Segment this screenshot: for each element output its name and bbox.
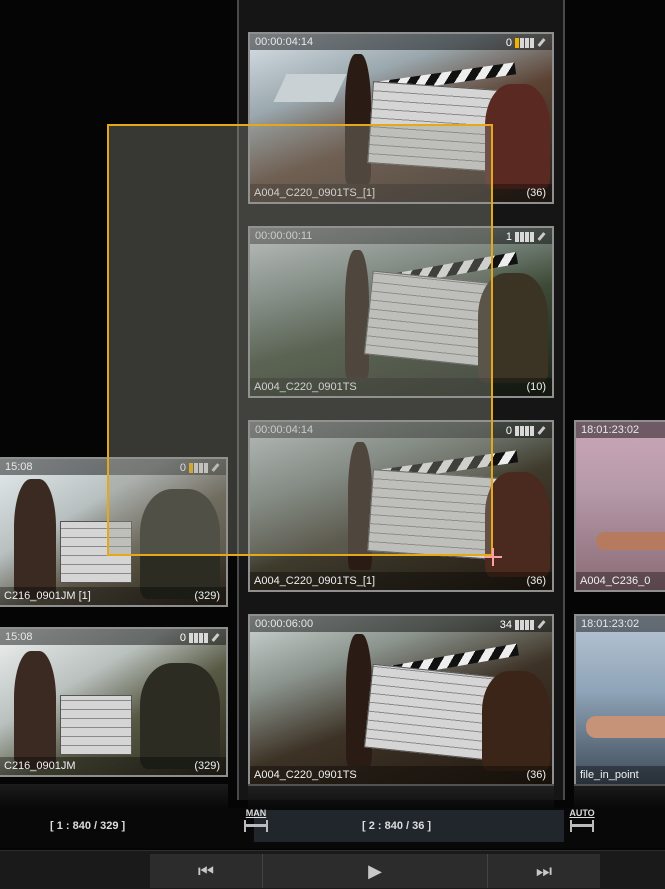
clip-count: (36): [526, 187, 546, 199]
clip-thumbnail[interactable]: 18:01:23:02 file_in_point: [574, 614, 665, 786]
manual-mode-label: MAN: [245, 808, 267, 818]
skip-back-icon: ⏮: [197, 861, 215, 881]
clip-timecode: 18:01:23:02: [576, 616, 665, 632]
sync-icon: [570, 820, 594, 832]
skip-back-button[interactable]: ⏮: [150, 854, 262, 888]
wrench-icon[interactable]: [537, 426, 546, 435]
auto-mode-button[interactable]: AUTO: [568, 808, 596, 842]
wrench-icon[interactable]: [211, 633, 220, 642]
clip-name: file_in_point: [576, 766, 665, 784]
clip-image: [250, 616, 552, 784]
manual-mode-button[interactable]: MAN: [242, 808, 270, 842]
clip-count: (36): [526, 769, 546, 781]
clip-status: 0: [506, 36, 546, 49]
clip-image: [576, 616, 665, 784]
clip-count: (10): [526, 381, 546, 393]
reflection: [0, 784, 228, 810]
auto-mode-label: AUTO: [569, 808, 595, 818]
clip-badge-count: 0: [505, 424, 512, 437]
wrench-icon[interactable]: [537, 38, 546, 47]
clip-timecode: 18:01:23:02: [576, 422, 665, 438]
clip-status: 0: [506, 424, 546, 437]
clip-count: (329): [194, 590, 220, 602]
crosshair-cursor-icon: [484, 548, 502, 566]
clip-name: C216_0901JM [1]: [0, 587, 226, 605]
clip-name: C216_0901JM: [0, 757, 226, 775]
play-button[interactable]: ▶: [263, 854, 487, 888]
column-divider: [563, 0, 565, 800]
clip-badge-count: 1: [505, 230, 512, 243]
clip-badge-count: 34: [499, 618, 512, 631]
clip-status: 0: [180, 631, 220, 644]
skip-forward-icon: ⏭: [535, 861, 553, 881]
reflection: [248, 784, 554, 810]
clip-count: (329): [194, 760, 220, 772]
clip-name: A004_C220_0901TS: [250, 766, 552, 784]
clip-thumbnail[interactable]: 18:01:23:02 A004_C236_0: [574, 420, 665, 592]
clip-image: [0, 629, 226, 775]
rating-bars-icon: [189, 632, 208, 643]
clip-status: 34: [500, 618, 546, 631]
rating-bars-icon: [515, 231, 534, 242]
clip-badge-count: 0: [505, 36, 512, 49]
wrench-icon[interactable]: [537, 620, 546, 629]
clip-name: A004_C220_0901TS_[1]: [250, 572, 552, 590]
clip-thumbnail[interactable]: 15:08 0 C216_0901JM (329): [0, 627, 228, 777]
clip-badge-count: 0: [179, 631, 186, 644]
play-icon: ▶: [368, 861, 382, 881]
center-column-counter: [ 2 : 840 / 36 ]: [362, 820, 432, 832]
rating-bars-icon: [515, 425, 534, 436]
rating-bars-icon: [515, 619, 534, 630]
clip-status: 1: [506, 230, 546, 243]
clip-count: (36): [526, 575, 546, 587]
left-column-counter: [ 1 : 840 / 329 ]: [50, 820, 126, 832]
selection-rectangle[interactable]: [107, 124, 493, 556]
sync-icon: [244, 820, 268, 832]
clip-name: A004_C236_0: [576, 572, 665, 590]
clip-thumbnail[interactable]: 00:00:06:00 34 A004_C220_0901TS (36): [248, 614, 554, 786]
wrench-icon[interactable]: [537, 232, 546, 241]
rating-bars-icon: [515, 37, 534, 48]
clip-image: [576, 422, 665, 590]
reflection: [574, 784, 665, 810]
skip-forward-button[interactable]: ⏭: [488, 854, 600, 888]
